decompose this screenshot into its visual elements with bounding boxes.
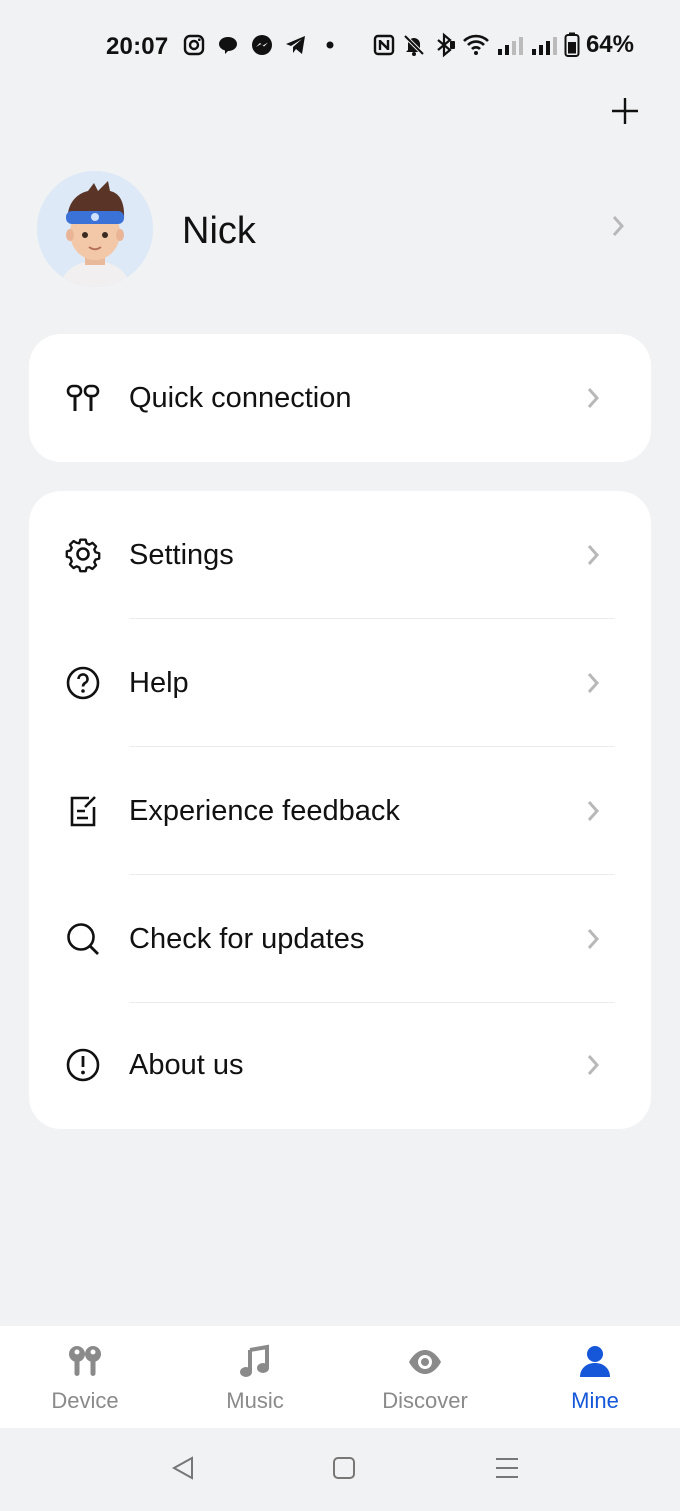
avatar[interactable] bbox=[37, 171, 153, 287]
search-icon bbox=[67, 923, 99, 955]
plus-icon bbox=[612, 98, 638, 124]
nfc-icon bbox=[373, 34, 395, 56]
status-time: 20:07 bbox=[106, 33, 169, 60]
messenger-icon bbox=[252, 35, 272, 55]
battery-percent: 64% bbox=[585, 31, 634, 58]
bluetooth-icon bbox=[437, 32, 455, 58]
recent-apps-icon[interactable] bbox=[494, 1455, 520, 1481]
menu-item-label: Help bbox=[129, 667, 189, 699]
signal-icon bbox=[497, 37, 523, 55]
menu-item-check-for-updates[interactable]: Check for updates bbox=[29, 875, 651, 1003]
chevron-right-icon bbox=[587, 545, 600, 565]
menu-item-label: Experience feedback bbox=[129, 795, 400, 827]
quick-connection-card: Quick connection bbox=[29, 334, 651, 462]
menu-item-experience-feedback[interactable]: Experience feedback bbox=[29, 747, 651, 875]
person-icon bbox=[580, 1346, 610, 1377]
quick-connection-row[interactable]: Quick connection bbox=[29, 334, 651, 462]
chevron-right-icon bbox=[587, 388, 600, 408]
menu-item-label: Settings bbox=[129, 539, 234, 571]
status-bar: 20:07 64% bbox=[0, 0, 680, 92]
chevron-right-icon bbox=[587, 1055, 600, 1075]
nav-label: Discover bbox=[382, 1388, 468, 1413]
menu-item-label: About us bbox=[129, 1049, 244, 1081]
profile-name[interactable]: Nick bbox=[182, 210, 256, 253]
earbuds-icon bbox=[69, 1346, 101, 1376]
nav-music[interactable]: Music bbox=[170, 1326, 340, 1428]
gear-icon bbox=[65, 538, 101, 573]
instagram-icon bbox=[183, 34, 205, 56]
nav-device[interactable]: Device bbox=[0, 1326, 170, 1428]
home-icon[interactable] bbox=[331, 1455, 357, 1481]
system-status-icons: 64% bbox=[372, 31, 634, 59]
nav-mine[interactable]: Mine bbox=[510, 1326, 680, 1428]
notification-icons bbox=[182, 33, 342, 57]
menu-item-settings[interactable]: Settings bbox=[29, 491, 651, 619]
chevron-right-icon bbox=[587, 801, 600, 821]
chevron-right-icon[interactable] bbox=[610, 214, 626, 238]
bottom-nav: Device Music Discover Mine bbox=[0, 1326, 680, 1428]
info-exclamation-icon bbox=[66, 1048, 100, 1082]
menu-card: Settings Help Experience feedback Check … bbox=[29, 491, 651, 1129]
quick-connection-label: Quick connection bbox=[129, 382, 352, 414]
menu-item-label: Check for updates bbox=[129, 923, 365, 955]
earbuds-icon bbox=[66, 384, 100, 411]
nav-discover[interactable]: Discover bbox=[340, 1326, 510, 1428]
add-button[interactable] bbox=[606, 92, 644, 130]
mute-icon bbox=[403, 34, 425, 56]
dot-icon bbox=[326, 41, 334, 49]
avatar-image bbox=[37, 171, 153, 287]
question-circle-icon bbox=[66, 666, 100, 700]
nav-label: Device bbox=[51, 1388, 119, 1413]
music-note-icon bbox=[240, 1344, 269, 1377]
system-nav-bar bbox=[0, 1428, 680, 1511]
eye-icon bbox=[409, 1350, 441, 1374]
battery-icon bbox=[564, 32, 580, 57]
wifi-icon bbox=[463, 34, 489, 55]
back-icon[interactable] bbox=[170, 1455, 196, 1481]
nav-label: Music bbox=[226, 1388, 284, 1413]
signal-icon bbox=[531, 37, 557, 55]
menu-item-help[interactable]: Help bbox=[29, 619, 651, 747]
chevron-right-icon bbox=[587, 929, 600, 949]
edit-note-icon bbox=[70, 796, 96, 827]
menu-item-about-us[interactable]: About us bbox=[29, 1001, 651, 1129]
telegram-icon bbox=[286, 36, 305, 54]
chat-bubble-icon bbox=[219, 37, 237, 54]
nav-label: Mine bbox=[571, 1388, 619, 1413]
chevron-right-icon bbox=[587, 673, 600, 693]
